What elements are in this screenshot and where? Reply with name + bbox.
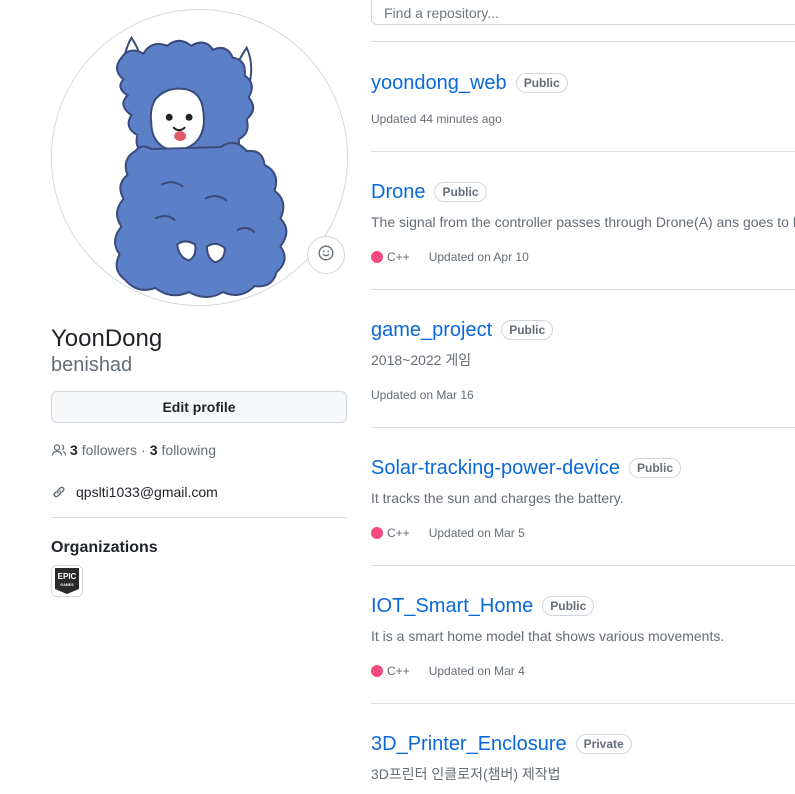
language-color-dot	[371, 251, 383, 263]
visibility-badge: Private	[575, 734, 632, 754]
avatar-container	[51, 9, 348, 306]
repo-name-link[interactable]: 3D_Printer_Enclosure	[371, 731, 567, 757]
edit-profile-button[interactable]: Edit profile	[51, 391, 347, 423]
language-color-dot	[371, 527, 383, 539]
repo-meta: Updated on Mar 16	[371, 387, 474, 403]
repo-description: It is a smart home model that shows vari…	[371, 628, 725, 644]
repo-item: Drone Public The signal from the control…	[371, 151, 795, 289]
follow-stats: 3 followers · 3 following	[51, 441, 216, 459]
repo-description: 3D프린터 인클로저(챔버) 제작법	[371, 766, 561, 782]
repo-title-row: Solar-tracking-power-device Public	[371, 455, 681, 481]
language-color-dot	[371, 665, 383, 677]
repo-language: C++	[371, 249, 410, 265]
repo-name-link[interactable]: game_project	[371, 317, 492, 343]
repo-description: 2018~2022 게임	[371, 352, 472, 368]
divider	[51, 517, 347, 518]
org-logo-line2: GAMES	[60, 583, 74, 587]
repo-updated: Updated on Mar 16	[371, 388, 474, 402]
set-status-button[interactable]	[307, 236, 345, 274]
repo-item: Solar-tracking-power-device Public It tr…	[371, 427, 795, 565]
language-name: C++	[387, 664, 410, 678]
repo-title-row: Drone Public	[371, 179, 487, 205]
repo-description: It tracks the sun and charges the batter…	[371, 490, 624, 506]
visibility-badge: Public	[628, 458, 681, 478]
followers-count: 3	[70, 442, 78, 458]
repo-meta: Updated 44 minutes ago	[371, 111, 502, 127]
repo-meta: C++ Updated on Apr 10	[371, 249, 529, 265]
repo-name-link[interactable]: yoondong_web	[371, 70, 507, 96]
repo-title-row: 3D_Printer_Enclosure Private	[371, 731, 632, 757]
repo-name-link[interactable]: IOT_Smart_Home	[371, 593, 533, 619]
repo-item: yoondong_web Public Updated 44 minutes a…	[371, 41, 795, 151]
link-icon	[51, 484, 67, 500]
repo-language: C++	[371, 663, 410, 679]
org-logo-line1: EPIC	[58, 572, 77, 581]
organizations-heading: Organizations	[51, 539, 158, 556]
followers-label: followers	[81, 442, 138, 458]
visibility-badge: Public	[542, 596, 595, 616]
following-count: 3	[149, 442, 158, 458]
language-name: C++	[387, 250, 410, 264]
repo-title-row: yoondong_web Public	[371, 70, 568, 96]
repository-list: yoondong_web Public Updated 44 minutes a…	[371, 41, 795, 794]
language-name: C++	[387, 526, 410, 540]
separator-dot: ·	[141, 442, 146, 458]
epic-games-logo: EPIC GAMES	[55, 568, 79, 594]
find-repository-input[interactable]	[371, 0, 795, 25]
alpaca-avatar-image	[52, 10, 347, 305]
avatar[interactable]	[51, 9, 348, 306]
profile-page: YoonDong benishad Edit profile 3 followe…	[0, 0, 795, 794]
visibility-badge: Public	[501, 320, 554, 340]
repo-description: The signal from the controller passes th…	[371, 214, 795, 230]
visibility-badge: Public	[515, 73, 568, 93]
repo-name-link[interactable]: Drone	[371, 179, 425, 205]
repo-title-row: game_project Public	[371, 317, 554, 343]
email-link[interactable]: qpslti1033@gmail.com	[76, 484, 218, 500]
profile-email: qpslti1033@gmail.com	[51, 483, 218, 501]
following-label: following	[161, 442, 216, 458]
repo-item: 3D_Printer_Enclosure Private 3D프린터 인클로저(…	[371, 703, 795, 794]
repo-updated: Updated 44 minutes ago	[371, 112, 502, 126]
repo-meta: C++ Updated on Mar 5	[371, 525, 525, 541]
visibility-badge: Public	[434, 182, 487, 202]
repo-item: game_project Public 2018~2022 게임 Updated…	[371, 289, 795, 427]
repo-language: C++	[371, 525, 410, 541]
repo-updated: Updated on Mar 4	[428, 664, 525, 678]
repo-meta: C++ Updated on Mar 4	[371, 663, 525, 679]
people-icon	[51, 442, 67, 458]
repo-updated: Updated on Mar 5	[428, 526, 525, 540]
repo-item: IOT_Smart_Home Public It is a smart home…	[371, 565, 795, 703]
following-link[interactable]: 3 following	[150, 442, 216, 458]
repo-updated: Updated on Apr 10	[428, 250, 529, 264]
profile-username: benishad	[51, 354, 133, 376]
smiley-icon	[318, 244, 334, 266]
profile-display-name: YoonDong	[51, 325, 163, 352]
followers-link[interactable]: 3 followers	[70, 442, 137, 458]
repo-title-row: IOT_Smart_Home Public	[371, 593, 595, 619]
repo-name-link[interactable]: Solar-tracking-power-device	[371, 455, 620, 481]
org-epic-games-avatar[interactable]: EPIC GAMES	[51, 565, 83, 597]
